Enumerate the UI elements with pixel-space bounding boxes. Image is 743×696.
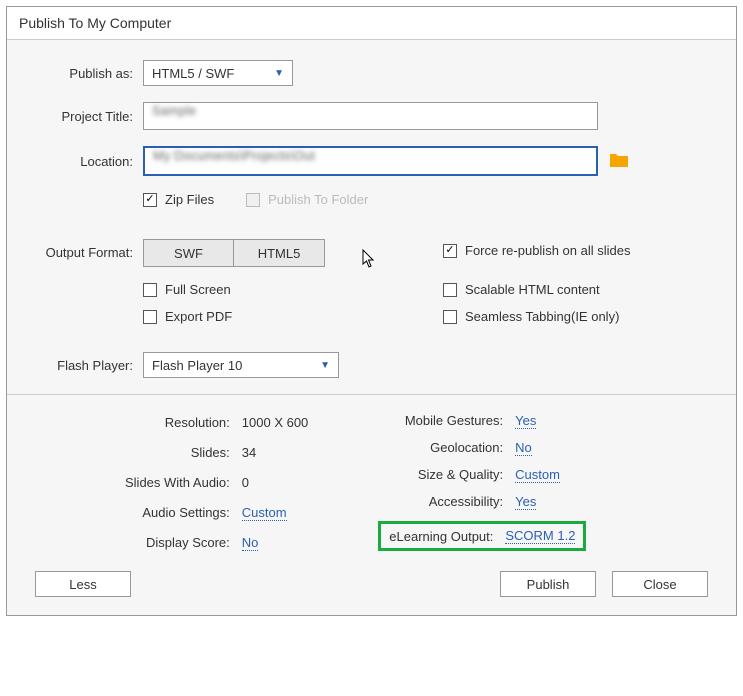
elearning-output-label: eLearning Output: <box>389 529 493 544</box>
less-button[interactable]: Less <box>35 571 131 597</box>
publish-to-folder-checkbox <box>246 193 260 207</box>
accessibility-label: Accessibility: <box>378 494 503 509</box>
publish-as-label: Publish as: <box>35 66 143 81</box>
swf-toggle[interactable]: SWF <box>144 240 234 266</box>
divider <box>7 394 736 395</box>
resolution-value: 1000 X 600 <box>242 415 309 430</box>
seamless-tabbing-checkbox[interactable] <box>443 310 457 324</box>
project-title-label: Project Title: <box>35 109 143 124</box>
flash-player-dropdown[interactable]: Flash Player 10 ▼ <box>143 352 339 378</box>
force-republish-checkbox[interactable] <box>443 244 457 258</box>
zip-files-label: Zip Files <box>165 192 214 207</box>
resolution-label: Resolution: <box>125 415 230 430</box>
project-title-input[interactable]: Sample <box>143 102 598 130</box>
slides-audio-label: Slides With Audio: <box>125 475 230 490</box>
scalable-html-checkbox[interactable] <box>443 283 457 297</box>
elearning-output-highlight: eLearning Output: SCORM 1.2 <box>378 521 586 551</box>
display-score-link[interactable]: No <box>242 535 259 551</box>
export-pdf-label: Export PDF <box>165 309 232 324</box>
force-republish-label: Force re-publish on all slides <box>465 243 630 258</box>
export-pdf-checkbox[interactable] <box>143 310 157 324</box>
elearning-output-link[interactable]: SCORM 1.2 <box>505 528 575 544</box>
publish-dialog: Publish To My Computer Publish as: HTML5… <box>6 6 737 616</box>
dialog-title: Publish To My Computer <box>7 7 736 40</box>
mobile-gestures-link[interactable]: Yes <box>515 413 536 429</box>
zip-files-checkbox[interactable] <box>143 193 157 207</box>
output-format-label: Output Format: <box>35 239 143 260</box>
slides-label: Slides: <box>125 445 230 460</box>
flash-player-label: Flash Player: <box>35 358 143 373</box>
geolocation-link[interactable]: No <box>515 440 532 456</box>
full-screen-checkbox[interactable] <box>143 283 157 297</box>
publish-to-folder-label: Publish To Folder <box>268 192 368 207</box>
publish-button[interactable]: Publish <box>500 571 596 597</box>
close-button[interactable]: Close <box>612 571 708 597</box>
mobile-gestures-label: Mobile Gestures: <box>378 413 503 428</box>
location-input[interactable]: My Documents\Projects\Out <box>143 146 598 176</box>
accessibility-link[interactable]: Yes <box>515 494 536 510</box>
html5-toggle[interactable]: HTML5 <box>234 240 324 266</box>
output-format-toggle: SWF HTML5 <box>143 239 325 267</box>
geolocation-label: Geolocation: <box>378 440 503 455</box>
audio-settings-link[interactable]: Custom <box>242 505 287 521</box>
slides-audio-value: 0 <box>242 475 309 490</box>
publish-as-value: HTML5 / SWF <box>152 66 234 81</box>
slides-value: 34 <box>242 445 309 460</box>
full-screen-label: Full Screen <box>165 282 231 297</box>
size-quality-label: Size & Quality: <box>378 467 503 482</box>
publish-as-dropdown[interactable]: HTML5 / SWF ▼ <box>143 60 293 86</box>
seamless-tabbing-label: Seamless Tabbing(IE only) <box>465 309 619 324</box>
chevron-down-icon: ▼ <box>274 68 284 79</box>
size-quality-link[interactable]: Custom <box>515 467 560 483</box>
chevron-down-icon: ▼ <box>320 360 330 371</box>
scalable-html-label: Scalable HTML content <box>465 282 600 297</box>
folder-icon[interactable] <box>610 151 628 172</box>
display-score-label: Display Score: <box>125 535 230 550</box>
flash-player-value: Flash Player 10 <box>152 358 242 373</box>
location-label: Location: <box>35 154 143 169</box>
audio-settings-label: Audio Settings: <box>125 505 230 520</box>
